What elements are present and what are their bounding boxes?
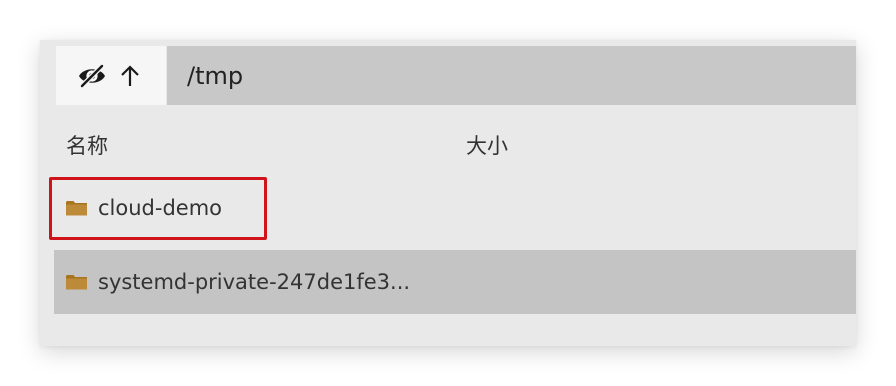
file-name: systemd-private-247de1fe3... — [98, 270, 411, 294]
toolbar-icon-group — [56, 46, 166, 105]
toolbar — [56, 46, 856, 105]
file-name: cloud-demo — [98, 196, 223, 220]
column-header-name[interactable]: 名称 — [66, 130, 108, 160]
folder-icon — [66, 274, 87, 290]
eye-slash-icon[interactable] — [76, 60, 108, 92]
file-row-cloud-demo[interactable]: cloud-demo — [54, 176, 856, 240]
path-bar — [167, 46, 856, 105]
path-input[interactable] — [167, 55, 787, 96]
folder-icon — [66, 200, 87, 216]
file-browser-panel: 名称 大小 cloud-demo systemd-private-247de1f… — [40, 40, 856, 346]
file-row-systemd-private[interactable]: systemd-private-247de1fe3... — [54, 250, 856, 314]
arrow-up-icon[interactable] — [114, 60, 146, 92]
column-header-size[interactable]: 大小 — [466, 130, 508, 160]
